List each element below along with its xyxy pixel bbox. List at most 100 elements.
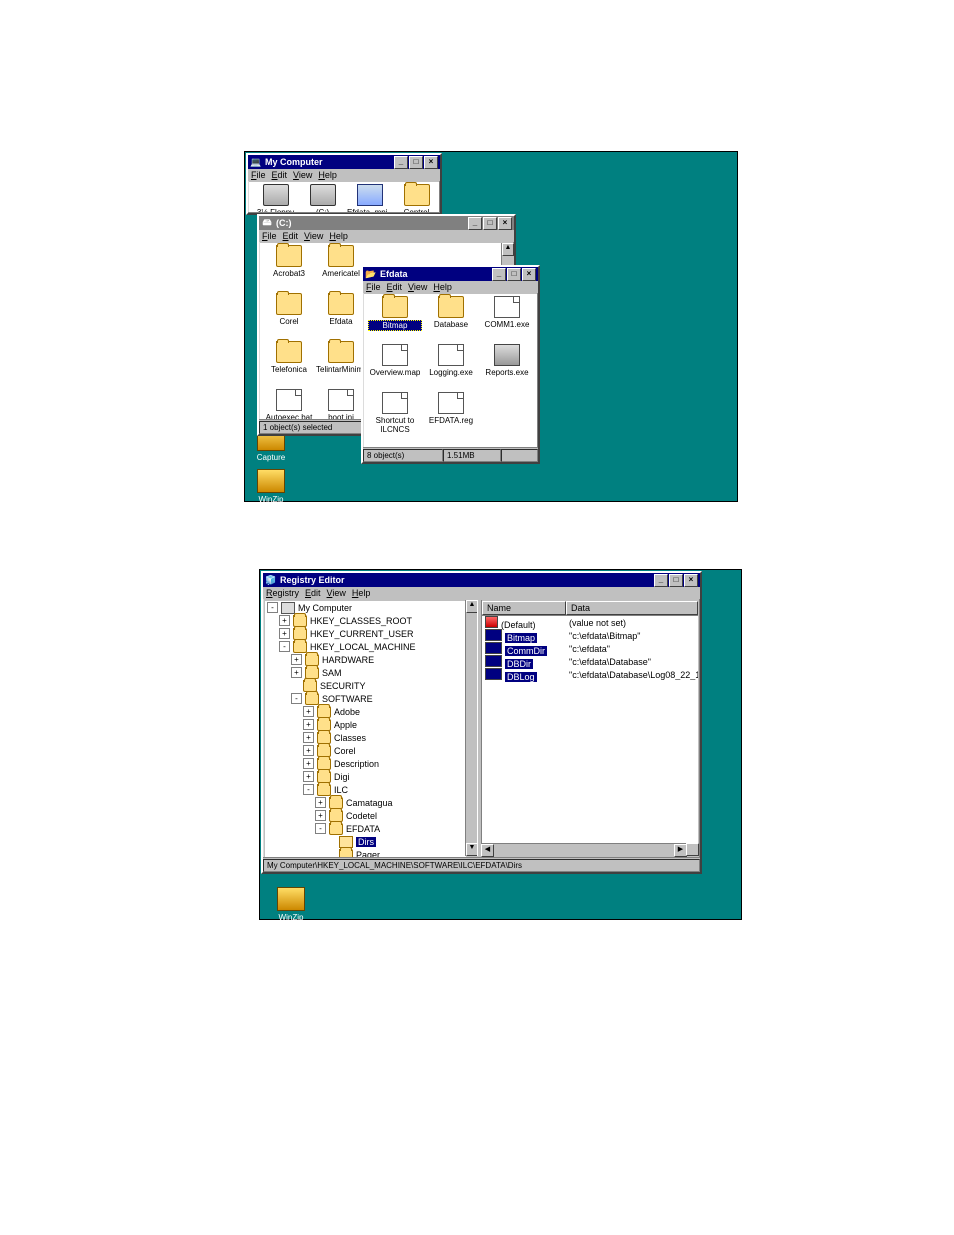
expand-icon[interactable]: + [303,732,314,743]
tree-node[interactable]: Dirs [265,835,466,848]
maximize-button[interactable]: □ [507,268,521,281]
collapse-icon[interactable]: - [267,602,278,613]
maximize-button[interactable]: □ [669,574,683,587]
tree-node[interactable]: SECURITY [265,679,466,692]
menubar[interactable]: File Edit View Help [259,230,514,242]
file-item[interactable]: Bitmap [368,296,422,331]
file-item[interactable]: Corel [264,293,314,326]
file-item[interactable]: Acrobat3 [264,245,314,278]
collapse-icon[interactable]: - [279,641,290,652]
file-item[interactable]: Americatel [316,245,366,278]
tree-node[interactable]: +Apple [265,718,466,731]
menu-help[interactable]: Help [329,231,348,241]
menu-edit[interactable]: Edit [283,231,299,241]
list-header[interactable]: Name Data [482,601,698,616]
tree-node[interactable]: +Digi [265,770,466,783]
column-name[interactable]: Name [482,601,566,615]
titlebar[interactable]: 🧊 Registry Editor _ □ × [263,573,700,587]
collapse-icon[interactable]: - [315,823,326,834]
file-item[interactable]: TelintarMinim... [316,341,366,374]
tree-node[interactable]: Pager [265,848,466,857]
titlebar[interactable]: 📂 Efdata _ □ × [363,267,538,281]
menu-file[interactable]: File [251,170,266,180]
close-button[interactable]: × [522,268,536,281]
tree-node[interactable]: +Description [265,757,466,770]
file-item[interactable]: Control Panel [394,184,439,212]
file-item[interactable]: COMM1.exe [480,296,534,329]
tree-node[interactable]: -HKEY_LOCAL_MACHINE [265,640,466,653]
maximize-button[interactable]: □ [483,217,497,230]
tree-node[interactable]: +SAM [265,666,466,679]
menu-edit[interactable]: Edit [305,588,321,598]
file-item[interactable]: EFDATA.reg [424,392,478,425]
collapse-icon[interactable]: - [303,784,314,795]
expand-icon[interactable]: + [303,771,314,782]
expand-icon[interactable]: + [279,615,290,626]
menubar[interactable]: File Edit View Help [248,169,440,181]
expand-icon[interactable]: + [303,758,314,769]
tree-node[interactable]: +Camatagua [265,796,466,809]
file-item[interactable]: Efdata [316,293,366,326]
menu-view[interactable]: View [408,282,427,292]
file-item[interactable]: boot.ini [316,389,366,419]
menubar[interactable]: Registry Edit View Help [263,587,700,599]
menu-view[interactable]: View [304,231,323,241]
expand-icon[interactable]: + [315,797,326,808]
registry-value-row[interactable]: DBDir"c:\efdata\Database" [482,655,698,668]
file-item[interactable]: Reports.exe [480,344,534,377]
expand-icon[interactable]: + [303,719,314,730]
tree-node[interactable]: +HARDWARE [265,653,466,666]
titlebar[interactable]: 🖴 (C:) _ □ × [259,216,514,230]
file-item[interactable]: Efdata_mni... [347,184,392,212]
minimize-button[interactable]: _ [394,156,408,169]
file-item[interactable]: (C:) [300,184,345,212]
expand-icon[interactable]: + [291,654,302,665]
desktop-icon-winzip[interactable]: WinZip [271,887,311,922]
tree-node[interactable]: -EFDATA [265,822,466,835]
menu-help[interactable]: Help [352,588,371,598]
expand-icon[interactable]: + [279,628,290,639]
menubar[interactable]: File Edit View Help [363,281,538,293]
expand-icon[interactable]: + [315,810,326,821]
titlebar[interactable]: 💻 My Computer _ □ × [248,155,440,169]
tree-node[interactable]: +Codetel [265,809,466,822]
menu-help[interactable]: Help [318,170,337,180]
file-item[interactable]: Logging.exe [424,344,478,377]
file-item[interactable]: Telefonica [264,341,314,374]
menu-view[interactable]: View [293,170,312,180]
file-item[interactable]: 3½ Floppy (A:) [253,184,298,212]
file-item[interactable]: Autoexec.bat [264,389,314,419]
file-item[interactable]: Overview.map [368,344,422,377]
expand-icon[interactable]: + [291,667,302,678]
desktop-icon-winzip[interactable]: WinZip [251,469,291,504]
tree-node[interactable]: +Classes [265,731,466,744]
file-item[interactable]: Shortcut to ILCNCS [368,392,422,434]
menu-file[interactable]: File [366,282,381,292]
expand-icon[interactable]: + [303,706,314,717]
tree-node[interactable]: +Adobe [265,705,466,718]
registry-value-row[interactable]: Bitmap"c:\efdata\Bitmap" [482,629,698,642]
maximize-button[interactable]: □ [409,156,423,169]
minimize-button[interactable]: _ [468,217,482,230]
close-button[interactable]: × [498,217,512,230]
registry-values-list[interactable]: Name Data (Default)(value not set)Bitmap… [482,601,698,845]
scrollbar-horizontal[interactable]: ◀ ▶ [481,843,687,856]
tree-node[interactable]: -SOFTWARE [265,692,466,705]
registry-value-row[interactable]: CommDir"c:\efdata" [482,642,698,655]
menu-help[interactable]: Help [433,282,452,292]
minimize-button[interactable]: _ [492,268,506,281]
menu-registry[interactable]: Registry [266,588,299,598]
file-item[interactable]: Database [424,296,478,329]
scroll-up-icon[interactable]: ▲ [502,243,514,256]
tree-node[interactable]: -ILC [265,783,466,796]
close-button[interactable]: × [684,574,698,587]
minimize-button[interactable]: _ [654,574,668,587]
scroll-left-icon[interactable]: ◀ [481,844,494,857]
column-data[interactable]: Data [566,601,698,615]
menu-view[interactable]: View [327,588,346,598]
collapse-icon[interactable]: - [291,693,302,704]
menu-edit[interactable]: Edit [272,170,288,180]
close-button[interactable]: × [424,156,438,169]
registry-value-row[interactable]: DBLog"c:\efdata\Database\Log08_22_1998_0… [482,668,698,681]
expand-icon[interactable]: + [303,745,314,756]
